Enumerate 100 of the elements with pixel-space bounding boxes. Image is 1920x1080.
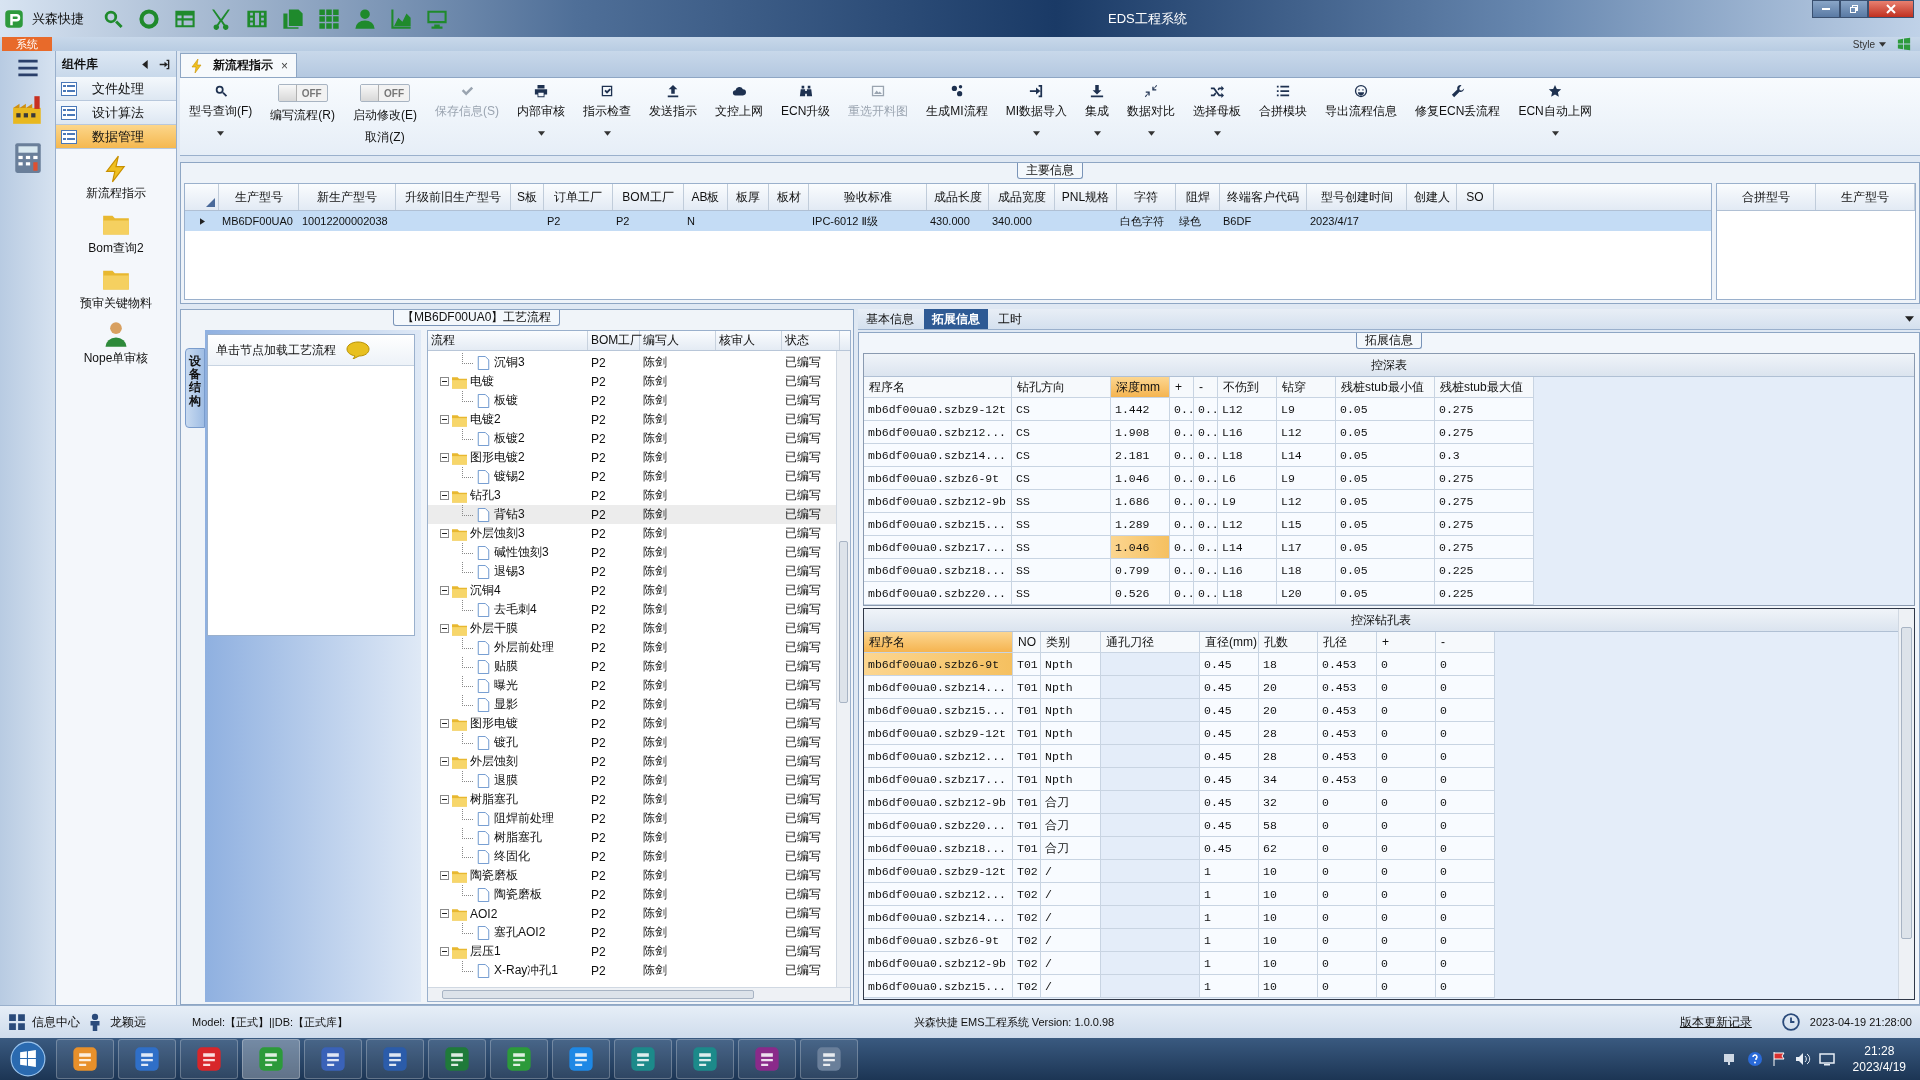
update-log-link[interactable]: 版本更新记录 bbox=[1679, 1013, 1752, 1031]
sidebar-item[interactable]: 文件处理 bbox=[56, 77, 176, 101]
tree-row[interactable]: 板镀 P2 陈剑 已编写 bbox=[428, 391, 836, 410]
caret-icon[interactable] bbox=[1093, 131, 1101, 136]
column-header[interactable]: 通孔刀径 bbox=[1101, 632, 1200, 653]
scrollbar[interactable] bbox=[836, 351, 850, 987]
column-header[interactable]: NO bbox=[1013, 632, 1041, 653]
tree-row[interactable]: 树脂塞孔 P2 陈剑 已编写 bbox=[428, 790, 836, 809]
column-header[interactable]: 成品长度 bbox=[927, 184, 989, 210]
toolbar-button[interactable]: 导出流程信息 bbox=[1316, 84, 1407, 120]
column-header[interactable]: S板 bbox=[511, 184, 544, 210]
column-header[interactable]: 新生产型号 bbox=[299, 184, 396, 210]
column-header[interactable]: SO bbox=[1457, 184, 1494, 210]
tree-row[interactable]: AOI2 P2 陈剑 已编写 bbox=[428, 904, 836, 923]
taskbar-app[interactable] bbox=[490, 1039, 548, 1079]
tree-row[interactable]: 外层前处理 P2 陈剑 已编写 bbox=[428, 638, 836, 657]
toolbar-button[interactable]: 数据对比 bbox=[1118, 84, 1185, 136]
document-tab[interactable]: 新流程指示 × bbox=[180, 53, 297, 77]
expander-icon[interactable] bbox=[440, 491, 449, 500]
tree-row[interactable]: 背钻3 P2 陈剑 已编写 bbox=[428, 505, 836, 524]
tree-row[interactable]: 阻焊前处理 P2 陈剑 已编写 bbox=[428, 809, 836, 828]
side-tab[interactable]: 设备结构 bbox=[185, 348, 205, 428]
tree-row[interactable]: 显影 P2 陈剑 已编写 bbox=[428, 695, 836, 714]
tree-row[interactable]: 陶瓷磨板 P2 陈剑 已编写 bbox=[428, 885, 836, 904]
toolbar-button[interactable]: 修复ECN丢流程 bbox=[1406, 84, 1510, 120]
toggle-switch[interactable]: OFF bbox=[360, 84, 410, 102]
column-header[interactable]: 阻焊 bbox=[1176, 184, 1220, 210]
column-header[interactable]: - bbox=[1194, 377, 1218, 398]
expander-icon[interactable] bbox=[440, 529, 449, 538]
tree-row[interactable]: 碱性蚀刻3 P2 陈剑 已编写 bbox=[428, 543, 836, 562]
column-header[interactable]: 程序名 bbox=[864, 632, 1013, 653]
expander-icon[interactable] bbox=[440, 909, 449, 918]
tab[interactable]: 拓展信息 bbox=[924, 309, 988, 329]
tree-row[interactable]: 电镀 P2 陈剑 已编写 bbox=[428, 372, 836, 391]
column-header[interactable]: 核审人 bbox=[716, 331, 782, 350]
tree-row[interactable]: 外层干膜 P2 陈剑 已编写 bbox=[428, 619, 836, 638]
tree-row[interactable]: 树脂塞孔 P2 陈剑 已编写 bbox=[428, 828, 836, 847]
caret-icon[interactable] bbox=[1879, 41, 1886, 47]
shortcut-button[interactable]: Nope单审核 bbox=[83, 320, 149, 367]
column-header[interactable]: 不伤到 bbox=[1218, 377, 1277, 398]
column-header[interactable]: 板材 bbox=[769, 184, 809, 210]
menu-icon[interactable] bbox=[16, 57, 39, 79]
toolbar-button[interactable]: 合拼模块 bbox=[1250, 84, 1317, 120]
tree-row[interactable]: 镀孔 P2 陈剑 已编写 bbox=[428, 733, 836, 752]
tree-row[interactable]: 陶瓷磨板 P2 陈剑 已编写 bbox=[428, 866, 836, 885]
caret-icon[interactable] bbox=[1551, 131, 1559, 136]
column-header[interactable]: 型号创建时间 bbox=[1307, 184, 1407, 210]
taskbar-app[interactable] bbox=[118, 1039, 176, 1079]
scrollbar[interactable] bbox=[1898, 609, 1914, 999]
scrollbar[interactable] bbox=[428, 987, 850, 1001]
taskbar-app[interactable] bbox=[738, 1039, 796, 1079]
toolbar-button[interactable]: 发送指示 bbox=[640, 84, 706, 120]
column-header[interactable]: 验收标准 bbox=[809, 184, 927, 210]
column-header[interactable]: 钻穿 bbox=[1277, 377, 1336, 398]
column-header[interactable]: 深度mm bbox=[1111, 377, 1170, 398]
caret-icon[interactable] bbox=[603, 131, 611, 136]
tree-row[interactable]: 曝光 P2 陈剑 已编写 bbox=[428, 676, 836, 695]
caret-icon[interactable] bbox=[1147, 131, 1155, 136]
toolbar-button[interactable]: 选择母板 bbox=[1184, 84, 1251, 136]
column-header[interactable]: 创建人 bbox=[1407, 184, 1457, 210]
tree-row[interactable]: 贴膜 P2 陈剑 已编写 bbox=[428, 657, 836, 676]
shortcut-button[interactable]: 新流程指示 bbox=[86, 155, 146, 202]
toolbar-button[interactable]: 集成 bbox=[1076, 84, 1119, 136]
column-header[interactable]: - bbox=[1436, 632, 1495, 653]
taskbar-app[interactable] bbox=[614, 1039, 672, 1079]
column-header[interactable]: 钻孔方向 bbox=[1012, 377, 1111, 398]
tree-row[interactable]: 板镀2 P2 陈剑 已编写 bbox=[428, 429, 836, 448]
display-icon[interactable] bbox=[1818, 1051, 1835, 1067]
column-header[interactable]: 生产型号 bbox=[219, 184, 299, 210]
taskbar-app[interactable] bbox=[366, 1039, 424, 1079]
tree-row[interactable]: 退膜 P2 陈剑 已编写 bbox=[428, 771, 836, 790]
toolbar-button[interactable]: ECN自动上网 bbox=[1509, 84, 1601, 136]
tab[interactable]: 基本信息 bbox=[858, 309, 922, 329]
column-header[interactable]: BOM工厂 bbox=[613, 184, 684, 210]
column-header[interactable]: 终端客户代码 bbox=[1220, 184, 1307, 210]
toolbar-button[interactable]: MI数据导入 bbox=[996, 84, 1077, 136]
tree-row[interactable]: 层压1 P2 陈剑 已编写 bbox=[428, 942, 836, 961]
column-header[interactable]: 状态 bbox=[782, 331, 840, 350]
shortcut-button[interactable]: 预审关键物料 bbox=[80, 265, 152, 312]
tree-row[interactable]: 终固化 P2 陈剑 已编写 bbox=[428, 847, 836, 866]
column-header[interactable]: 程序名 bbox=[864, 377, 1012, 398]
tree-row[interactable]: 沉铜4 P2 陈剑 已编写 bbox=[428, 581, 836, 600]
tree-row[interactable]: 外层蚀刻 P2 陈剑 已编写 bbox=[428, 752, 836, 771]
style-menu[interactable]: Style bbox=[1852, 38, 1875, 50]
taskbar-app[interactable] bbox=[180, 1039, 238, 1079]
caret-icon[interactable] bbox=[537, 131, 545, 136]
close-button[interactable] bbox=[1868, 0, 1914, 18]
column-header[interactable]: BOM工厂 bbox=[588, 331, 640, 350]
expander-icon[interactable] bbox=[440, 795, 449, 804]
expander-icon[interactable] bbox=[440, 757, 449, 766]
tree-row[interactable]: 镀锡2 P2 陈剑 已编写 bbox=[428, 467, 836, 486]
expander-icon[interactable] bbox=[440, 624, 449, 633]
column-header[interactable]: 字符 bbox=[1117, 184, 1176, 210]
taskbar-app[interactable] bbox=[304, 1039, 362, 1079]
column-header[interactable]: 类别 bbox=[1041, 632, 1101, 653]
column-header[interactable]: 孔数 bbox=[1259, 632, 1318, 653]
shortcut-button[interactable]: Bom查询2 bbox=[88, 210, 144, 257]
tree-row[interactable]: 外层蚀刻3 P2 陈剑 已编写 bbox=[428, 524, 836, 543]
tree-row[interactable]: 钻孔3 P2 陈剑 已编写 bbox=[428, 486, 836, 505]
taskbar-app[interactable] bbox=[428, 1039, 486, 1079]
